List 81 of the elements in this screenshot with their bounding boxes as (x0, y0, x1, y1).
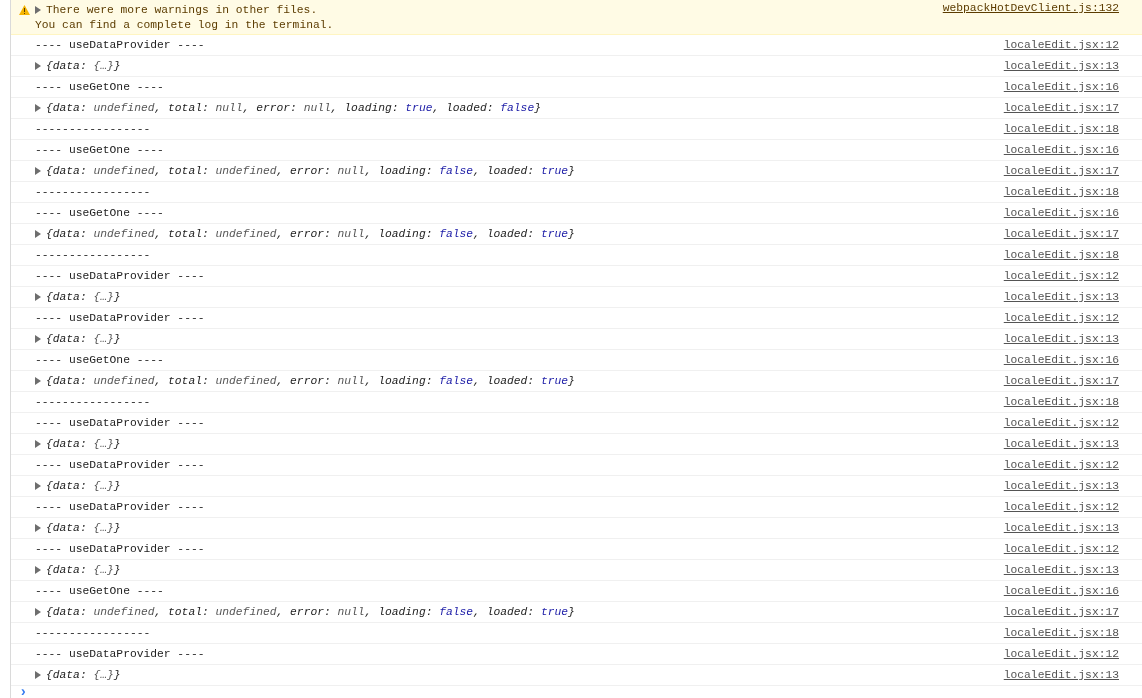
source-link[interactable]: webpackHotDevClient.js:132 (942, 2, 1119, 14)
object-preview[interactable]: {data: undefined, total: undefined, error: null, loading: false, loaded: true} (46, 606, 575, 618)
log-message: ---- useDataProvider ---- (35, 417, 205, 429)
object-preview[interactable]: {data: {…}} (46, 438, 121, 450)
source-link[interactable]: localeEdit.jsx:13 (1003, 564, 1119, 576)
log-message: ---- useDataProvider ---- (35, 312, 205, 324)
object-preview[interactable]: {data: {…}} (46, 291, 121, 303)
expand-toggle-icon[interactable] (35, 104, 42, 112)
source-link[interactable]: localeEdit.jsx:13 (1003, 438, 1119, 450)
log-message: ---- useDataProvider ---- (35, 501, 205, 513)
source-link[interactable]: localeEdit.jsx:13 (1003, 333, 1119, 345)
object-preview[interactable]: {data: {…}} (46, 669, 121, 681)
expand-toggle-icon[interactable] (35, 671, 42, 679)
expand-toggle-icon[interactable] (35, 524, 42, 532)
source-link[interactable]: localeEdit.jsx:13 (1003, 522, 1119, 534)
source-link[interactable]: localeEdit.jsx:18 (1003, 396, 1119, 408)
log-message: ---- useDataProvider ---- (35, 459, 205, 471)
expand-toggle-icon[interactable] (35, 566, 42, 574)
object-preview[interactable]: {data: undefined, total: undefined, error: null, loading: false, loaded: true} (46, 165, 575, 177)
source-link[interactable]: localeEdit.jsx:18 (1003, 627, 1119, 639)
log-message: ---- useGetOne ---- (35, 585, 164, 597)
log-message: ---- useGetOne ---- (35, 207, 164, 219)
source-link[interactable]: localeEdit.jsx:13 (1003, 291, 1119, 303)
source-link[interactable]: localeEdit.jsx:17 (1003, 375, 1119, 387)
expand-toggle-icon[interactable] (35, 167, 42, 175)
source-link[interactable]: localeEdit.jsx:17 (1003, 165, 1119, 177)
source-link[interactable]: localeEdit.jsx:12 (1003, 648, 1119, 660)
source-link[interactable]: localeEdit.jsx:18 (1003, 186, 1119, 198)
source-link[interactable]: localeEdit.jsx:12 (1003, 39, 1119, 51)
log-message: ---- useDataProvider ---- (35, 39, 205, 51)
log-message: ---- useGetOne ---- (35, 144, 164, 156)
object-preview[interactable]: {data: {…}} (46, 333, 121, 345)
expand-toggle-icon[interactable] (35, 482, 42, 490)
object-preview[interactable]: {data: {…}} (46, 60, 121, 72)
object-preview[interactable]: {data: undefined, total: null, error: null, loading: true, loaded: false} (46, 102, 541, 114)
object-preview[interactable]: {data: {…}} (46, 480, 121, 492)
source-link[interactable]: localeEdit.jsx:13 (1003, 480, 1119, 492)
source-link[interactable]: localeEdit.jsx:12 (1003, 501, 1119, 513)
source-link[interactable]: localeEdit.jsx:13 (1003, 669, 1119, 681)
source-link[interactable]: localeEdit.jsx:12 (1003, 417, 1119, 429)
log-message: ---- useGetOne ---- (35, 81, 164, 93)
log-message: ----------------- (35, 249, 151, 261)
source-link[interactable]: localeEdit.jsx:17 (1003, 606, 1119, 618)
source-link[interactable]: localeEdit.jsx:12 (1003, 312, 1119, 324)
log-message: ---- useDataProvider ---- (35, 270, 205, 282)
source-link[interactable]: localeEdit.jsx:17 (1003, 102, 1119, 114)
source-link[interactable]: localeEdit.jsx:12 (1003, 459, 1119, 471)
warning-text: There were more warnings in other files. (46, 3, 318, 16)
source-link[interactable]: localeEdit.jsx:17 (1003, 228, 1119, 240)
object-preview[interactable]: {data: {…}} (46, 522, 121, 534)
log-message: ---- useDataProvider ---- (35, 648, 205, 660)
expand-toggle-icon[interactable] (35, 62, 42, 70)
source-link[interactable]: localeEdit.jsx:18 (1003, 123, 1119, 135)
log-message: ---- useDataProvider ---- (35, 543, 205, 555)
source-link[interactable]: localeEdit.jsx:16 (1003, 354, 1119, 366)
expand-toggle-icon[interactable] (35, 440, 42, 448)
warning-icon (19, 5, 30, 15)
object-preview[interactable]: {data: {…}} (46, 564, 121, 576)
log-message: ----------------- (35, 396, 151, 408)
log-message: ---- useGetOne ---- (35, 354, 164, 366)
object-preview[interactable]: {data: undefined, total: undefined, error: null, loading: false, loaded: true} (46, 375, 575, 387)
warning-text: You can find a complete log in the terminal. (35, 18, 334, 31)
log-message: ----------------- (35, 627, 151, 639)
source-link[interactable]: localeEdit.jsx:16 (1003, 585, 1119, 597)
source-link[interactable]: localeEdit.jsx:12 (1003, 270, 1119, 282)
log-message: ----------------- (35, 186, 151, 198)
source-link[interactable]: localeEdit.jsx:13 (1003, 60, 1119, 72)
expand-toggle-icon[interactable] (35, 230, 42, 238)
log-message: ----------------- (35, 123, 151, 135)
expand-toggle-icon[interactable] (35, 608, 42, 616)
object-preview[interactable]: {data: undefined, total: undefined, error: null, loading: false, loaded: true} (46, 228, 575, 240)
expand-toggle-icon[interactable] (35, 5, 42, 14)
source-link[interactable]: localeEdit.jsx:16 (1003, 207, 1119, 219)
source-link[interactable]: localeEdit.jsx:12 (1003, 543, 1119, 555)
expand-toggle-icon[interactable] (35, 293, 42, 301)
source-link[interactable]: localeEdit.jsx:16 (1003, 144, 1119, 156)
console-prompt[interactable]: › (19, 684, 28, 698)
source-link[interactable]: localeEdit.jsx:18 (1003, 249, 1119, 261)
expand-toggle-icon[interactable] (35, 335, 42, 343)
source-link[interactable]: localeEdit.jsx:16 (1003, 81, 1119, 93)
expand-toggle-icon[interactable] (35, 377, 42, 385)
